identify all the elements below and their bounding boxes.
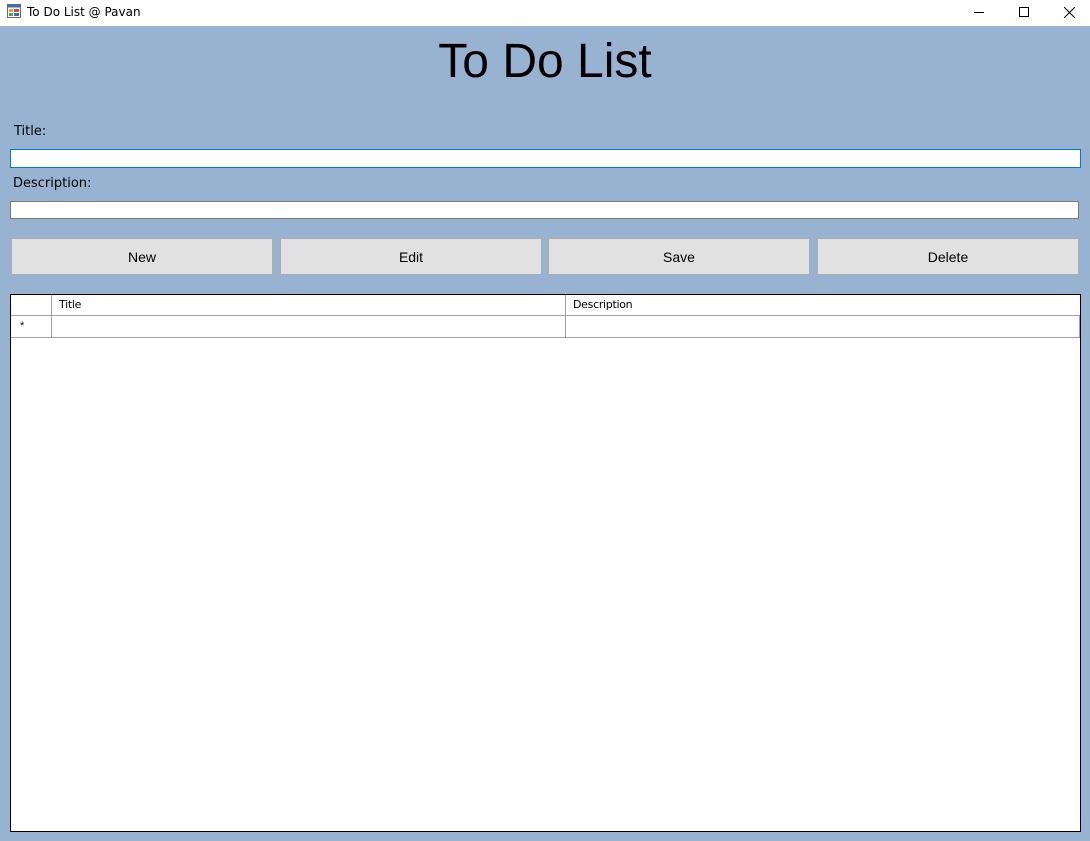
description-label: Description: xyxy=(13,176,92,191)
column-header-description[interactable]: Description xyxy=(566,295,1080,315)
save-button[interactable]: Save xyxy=(548,238,810,275)
title-bar[interactable]: To Do List @ Pavan xyxy=(0,0,1090,26)
close-icon xyxy=(1063,6,1075,18)
minimize-icon xyxy=(974,12,984,13)
new-row-title-cell[interactable] xyxy=(52,316,566,337)
new-row-header[interactable]: * xyxy=(11,316,52,337)
title-input[interactable] xyxy=(10,149,1081,168)
edit-button[interactable]: Edit xyxy=(280,238,542,275)
window-title: To Do List @ Pavan xyxy=(27,5,141,19)
delete-button[interactable]: Delete xyxy=(817,238,1079,275)
title-label: Title: xyxy=(14,124,47,139)
new-row-description-cell[interactable] xyxy=(566,316,1080,337)
minimize-button[interactable] xyxy=(956,0,1002,24)
maximize-button[interactable] xyxy=(1001,0,1047,24)
grid-header: Title Description xyxy=(11,295,1080,316)
main-window: To Do List @ Pavan To Do List Title: Des… xyxy=(0,0,1090,841)
close-button[interactable] xyxy=(1046,0,1090,24)
grid-corner-header[interactable] xyxy=(11,295,52,315)
new-row[interactable]: * xyxy=(11,316,1080,338)
page-title: To Do List xyxy=(438,35,652,88)
column-header-title[interactable]: Title xyxy=(52,295,566,315)
app-form-icon[interactable] xyxy=(7,4,21,18)
new-row-asterisk-icon: * xyxy=(20,320,25,332)
new-button[interactable]: New xyxy=(11,238,273,275)
description-input[interactable] xyxy=(10,201,1079,219)
todo-data-grid[interactable]: Title Description * xyxy=(10,294,1081,832)
maximize-icon xyxy=(1019,7,1029,17)
